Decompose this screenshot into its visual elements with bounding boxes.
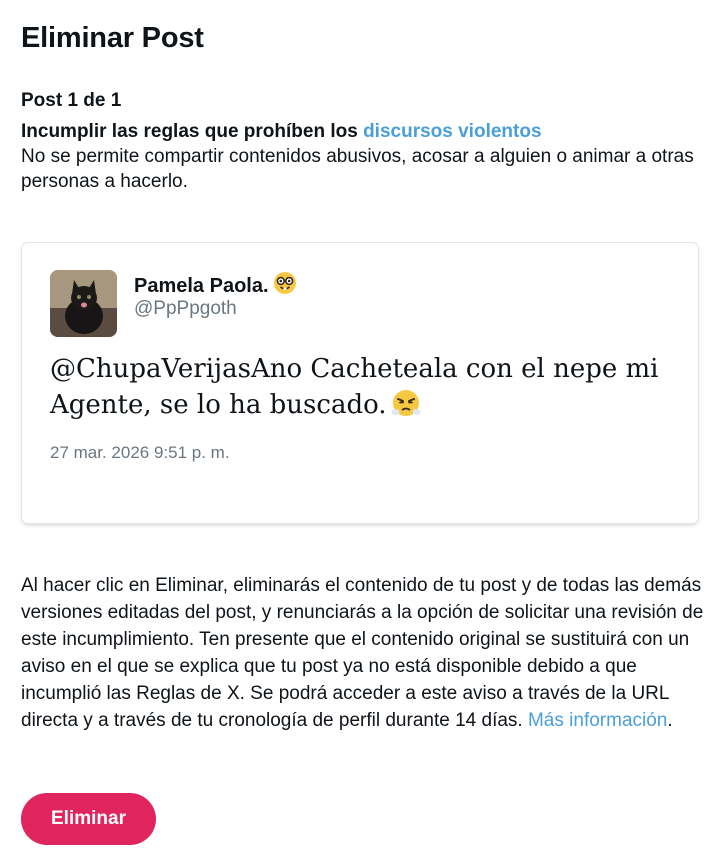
info-suffix: .: [667, 710, 673, 731]
post-text: @ChupaVerijasAno Cacheteala con el nepe …: [50, 351, 680, 428]
more-info-link[interactable]: Más información: [528, 710, 667, 731]
delete-button[interactable]: Eliminar: [21, 793, 156, 845]
cat-avatar-image: [50, 270, 117, 337]
violated-rule: Incumplir las reglas que prohíben los di…: [21, 120, 711, 144]
author-name: Pamela Paola.: [134, 271, 297, 301]
deletion-info: Al hacer clic en Eliminar, eliminarás el…: [21, 572, 707, 734]
nerd-face-icon: [273, 271, 297, 301]
rule-link[interactable]: discursos violentos: [363, 121, 541, 142]
author-handle: @PpPpgoth: [134, 298, 237, 319]
post-timestamp: 27 mar. 2026 9:51 p. m.: [50, 443, 230, 462]
post-count: Post 1 de 1: [21, 90, 122, 111]
deletion-info-text: Al hacer clic en Eliminar, eliminarás el…: [21, 575, 704, 731]
post-card: Pamela Paola. @PpPpgoth @ChupaVerijasAno…: [22, 243, 698, 523]
post-text-content: @ChupaVerijasAno Cacheteala con el nepe …: [50, 354, 659, 420]
rule-prefix: Incumplir las reglas que prohíben los: [21, 121, 358, 142]
author-name-text: Pamela Paola.: [134, 275, 269, 297]
rule-description: No se permite compartir contenidos abusi…: [21, 146, 694, 192]
page-title: Eliminar Post: [21, 22, 204, 54]
face-with-steam-icon: [391, 388, 421, 428]
avatar: [50, 270, 117, 337]
